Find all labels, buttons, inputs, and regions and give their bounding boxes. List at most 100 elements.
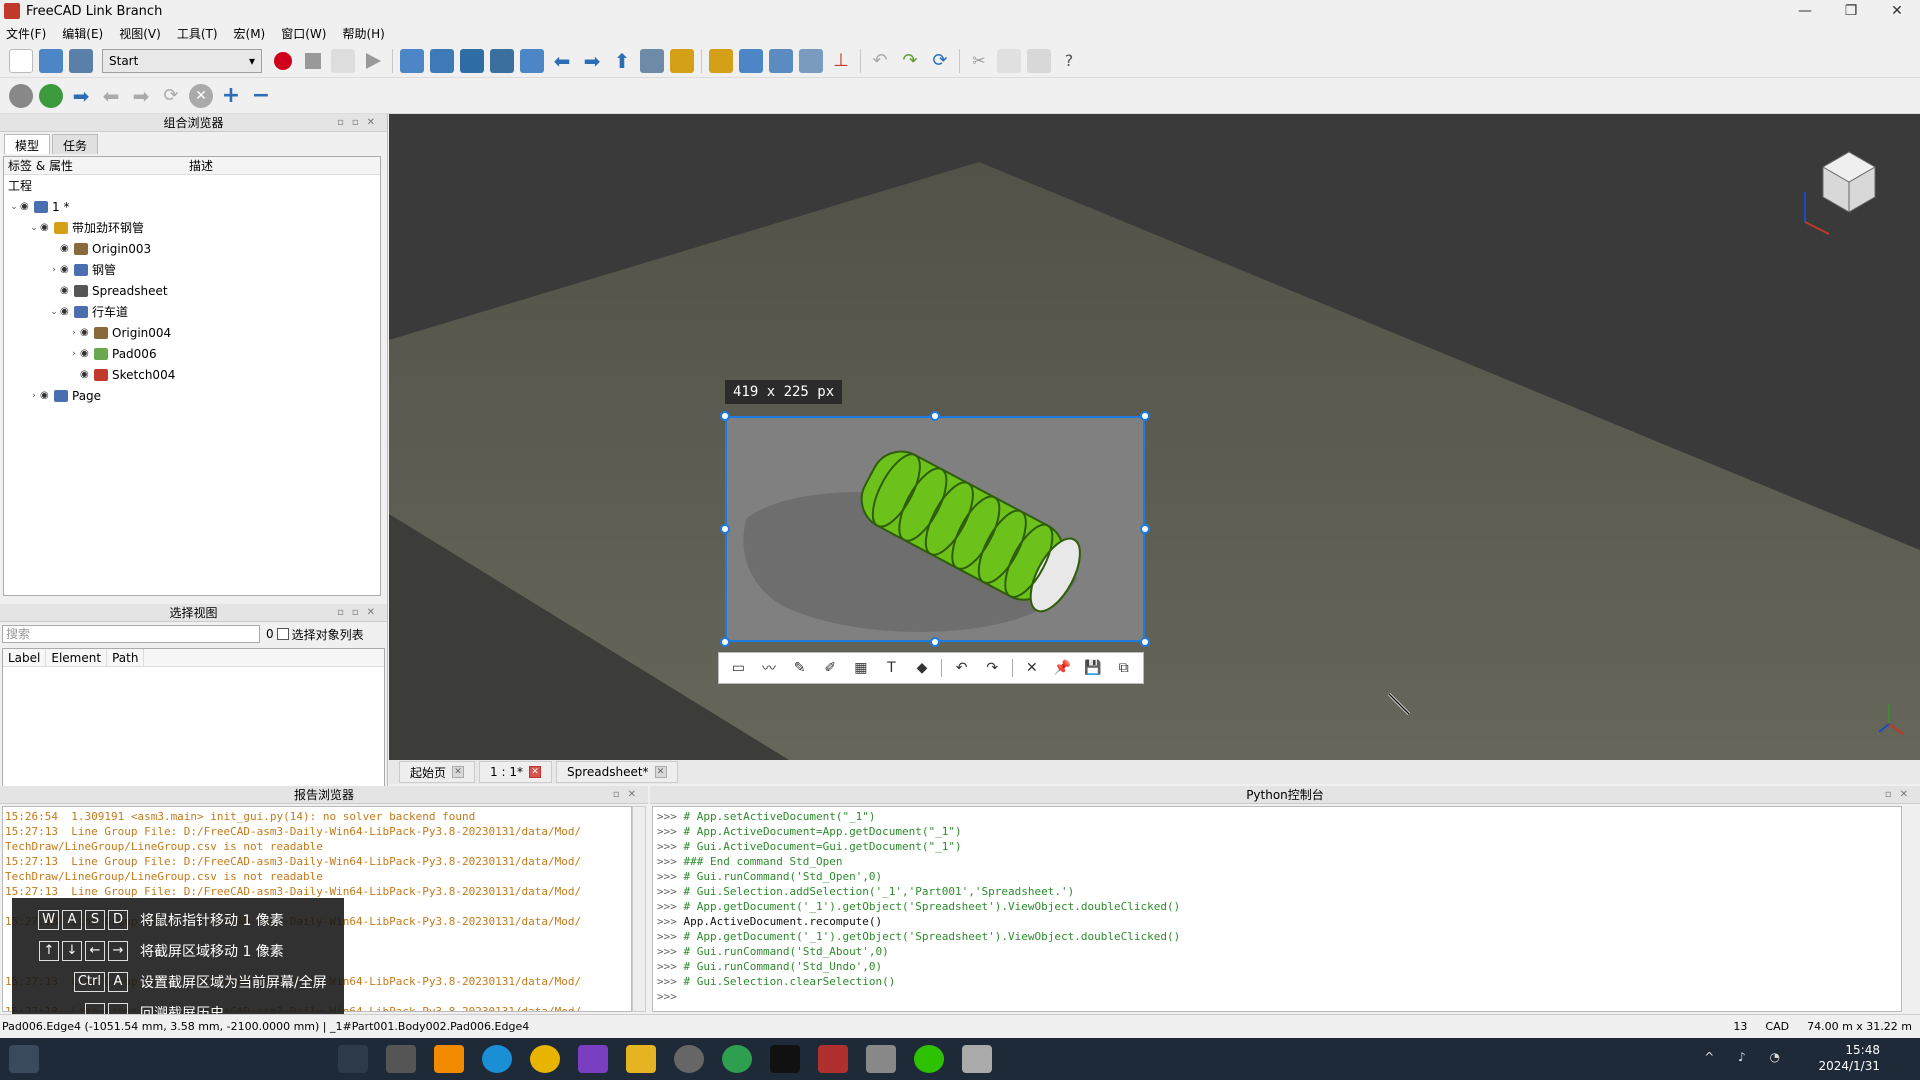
menu-edit[interactable]: 编辑(E) [62, 25, 103, 42]
nav-back-icon[interactable]: ⬅ [550, 49, 574, 73]
status-navigation-style[interactable]: CAD [1765, 1020, 1789, 1033]
view-box-icon[interactable] [640, 48, 664, 73]
web-forward-icon[interactable]: ➡ [129, 84, 153, 108]
up-arrow-icon[interactable]: ⬆ [610, 49, 634, 73]
cube-app-icon[interactable] [866, 1045, 896, 1073]
zoom-out-icon[interactable]: − [249, 83, 273, 108]
status-page[interactable]: 13 [1733, 1020, 1747, 1033]
edit-macro-icon[interactable] [331, 48, 355, 73]
undo-icon[interactable]: ↶ [950, 656, 973, 680]
expand-arrow-icon[interactable]: › [48, 265, 60, 275]
col-label-properties[interactable]: 标签 & 属性 [4, 157, 189, 174]
expand-arrow-icon[interactable]: › [68, 349, 80, 359]
tree-item[interactable]: › ◉ Pad006 [4, 343, 380, 364]
open-folder-icon[interactable] [39, 48, 63, 73]
selection-list-checkbox[interactable] [276, 628, 289, 640]
web-stop-icon[interactable]: ✕ [189, 83, 213, 108]
panel-buttons[interactable]: ▫✕ [1885, 786, 1916, 804]
whats-this-icon[interactable]: ? [1057, 49, 1081, 73]
visibility-eye-icon[interactable]: ◉ [20, 201, 34, 212]
new-file-icon[interactable] [9, 48, 33, 73]
tab-tasks[interactable]: 任务 [52, 134, 99, 154]
globe-icon[interactable] [39, 83, 63, 108]
expand-arrow-icon[interactable]: ⌄ [48, 307, 60, 317]
visibility-eye-icon[interactable]: ◉ [60, 264, 74, 275]
pen-icon[interactable]: ✎ [788, 656, 811, 680]
redo-icon[interactable]: ↷ [981, 656, 1004, 680]
taskbar-clock[interactable]: 15:48 2024/1/31 [1818, 1042, 1880, 1074]
tab-start-page[interactable]: 起始页 ✕ [399, 761, 476, 783]
tree-item[interactable]: ◉ Origin003 [4, 238, 380, 259]
tree-item[interactable]: › ◉ 钢管 [4, 259, 380, 280]
save-icon[interactable]: 💾 [1082, 656, 1105, 680]
3d-viewport[interactable] [389, 114, 1920, 760]
taskview-icon[interactable] [338, 1045, 368, 1073]
tab-spreadsheet[interactable]: Spreadsheet* ✕ [555, 761, 678, 783]
menu-tools[interactable]: 工具(T) [177, 25, 218, 42]
resize-handle-nw[interactable] [720, 411, 730, 421]
tree-item[interactable]: ◉ Sketch004 [4, 364, 380, 385]
web-refresh-icon[interactable]: ⟳ [159, 84, 183, 108]
zoom-in-icon[interactable]: + [219, 83, 243, 108]
web-back-icon[interactable]: ⬅ [99, 84, 123, 108]
col-element[interactable]: Element [46, 649, 108, 666]
capture-region[interactable] [725, 416, 1145, 642]
save-file-icon[interactable] [69, 48, 93, 73]
cut-icon[interactable]: ✂ [967, 49, 991, 73]
python-console-output[interactable]: >>> # App.setActiveDocument("_1") >>> # A… [652, 806, 1902, 1012]
nav-forward-icon[interactable]: ➡ [580, 49, 604, 73]
menu-view[interactable]: 视图(V) [119, 25, 161, 42]
tree-item[interactable]: ⌄ ◉ 1 * [4, 196, 380, 217]
close-window-button[interactable]: ✕ [1874, 0, 1920, 22]
edge-icon[interactable] [482, 1045, 512, 1073]
zoom-icon[interactable] [520, 48, 544, 73]
terminal-icon[interactable] [770, 1045, 800, 1073]
tree-item[interactable]: › ◉ Origin004 [4, 322, 380, 343]
panel-buttons[interactable]: ▫✕ [613, 786, 644, 804]
tree-item[interactable]: › ◉ Page [4, 385, 380, 406]
panel-buttons[interactable]: ▫▫✕ [337, 604, 383, 622]
visibility-eye-icon[interactable]: ◉ [60, 306, 74, 317]
text-icon[interactable]: T [880, 656, 903, 680]
menu-help[interactable]: 帮助(H) [342, 25, 384, 42]
navigation-cube-icon[interactable] [1804, 151, 1877, 235]
resize-handle-sw[interactable] [720, 637, 730, 647]
menu-macro[interactable]: 宏(M) [234, 25, 266, 42]
resize-handle-n[interactable] [930, 411, 940, 421]
axis-cross-icon[interactable]: ⊥ [829, 49, 853, 73]
edge-dev-icon[interactable] [722, 1045, 752, 1073]
fit-all-icon[interactable] [400, 48, 424, 73]
chrome-icon[interactable] [530, 1045, 560, 1073]
paste-icon[interactable] [1027, 48, 1051, 73]
store-icon[interactable] [578, 1045, 608, 1073]
tree-item[interactable]: ⌄ ◉ 带加劲环钢管 [4, 217, 380, 238]
draw-style-icon[interactable] [460, 48, 484, 73]
refresh-icon[interactable]: ⟳ [928, 49, 952, 73]
tree-item[interactable]: ⌄ ◉ 行车道 [4, 301, 380, 322]
visibility-eye-icon[interactable]: ◉ [60, 243, 74, 254]
pin-icon[interactable]: 📌 [1051, 656, 1074, 680]
visibility-eye-icon[interactable]: ◉ [80, 327, 94, 338]
visibility-eye-icon[interactable]: ◉ [80, 369, 94, 380]
line-icon[interactable]: 〰 [758, 656, 781, 680]
panel-buttons[interactable]: ▫▫✕ [337, 114, 383, 132]
go-icon[interactable]: ➡ [69, 84, 93, 108]
wechat-icon[interactable] [914, 1045, 944, 1073]
col-description[interactable]: 描述 [189, 157, 213, 174]
visibility-eye-icon[interactable]: ◉ [60, 285, 74, 296]
visibility-eye-icon[interactable]: ◉ [80, 348, 94, 359]
undo-icon[interactable]: ↶ [868, 49, 892, 73]
web-start-icon[interactable] [9, 83, 33, 108]
system-tray[interactable]: ^ ♪ ◔ [1704, 1050, 1790, 1064]
visibility-eye-icon[interactable]: ◉ [40, 222, 54, 233]
mosaic-icon[interactable]: ▦ [850, 656, 873, 680]
expand-arrow-icon[interactable]: ⌄ [8, 202, 20, 212]
workbench-selector[interactable]: Start ▾ [102, 48, 262, 73]
col-label[interactable]: Label [3, 649, 47, 666]
record-macro-icon[interactable] [271, 49, 295, 73]
freecad-taskbar-icon[interactable] [818, 1045, 848, 1073]
expand-arrow-icon[interactable]: › [28, 391, 40, 401]
part-icon[interactable] [709, 48, 733, 73]
menu-file[interactable]: 文件(F) [6, 25, 46, 42]
tab-model[interactable]: 模型 [4, 134, 51, 154]
